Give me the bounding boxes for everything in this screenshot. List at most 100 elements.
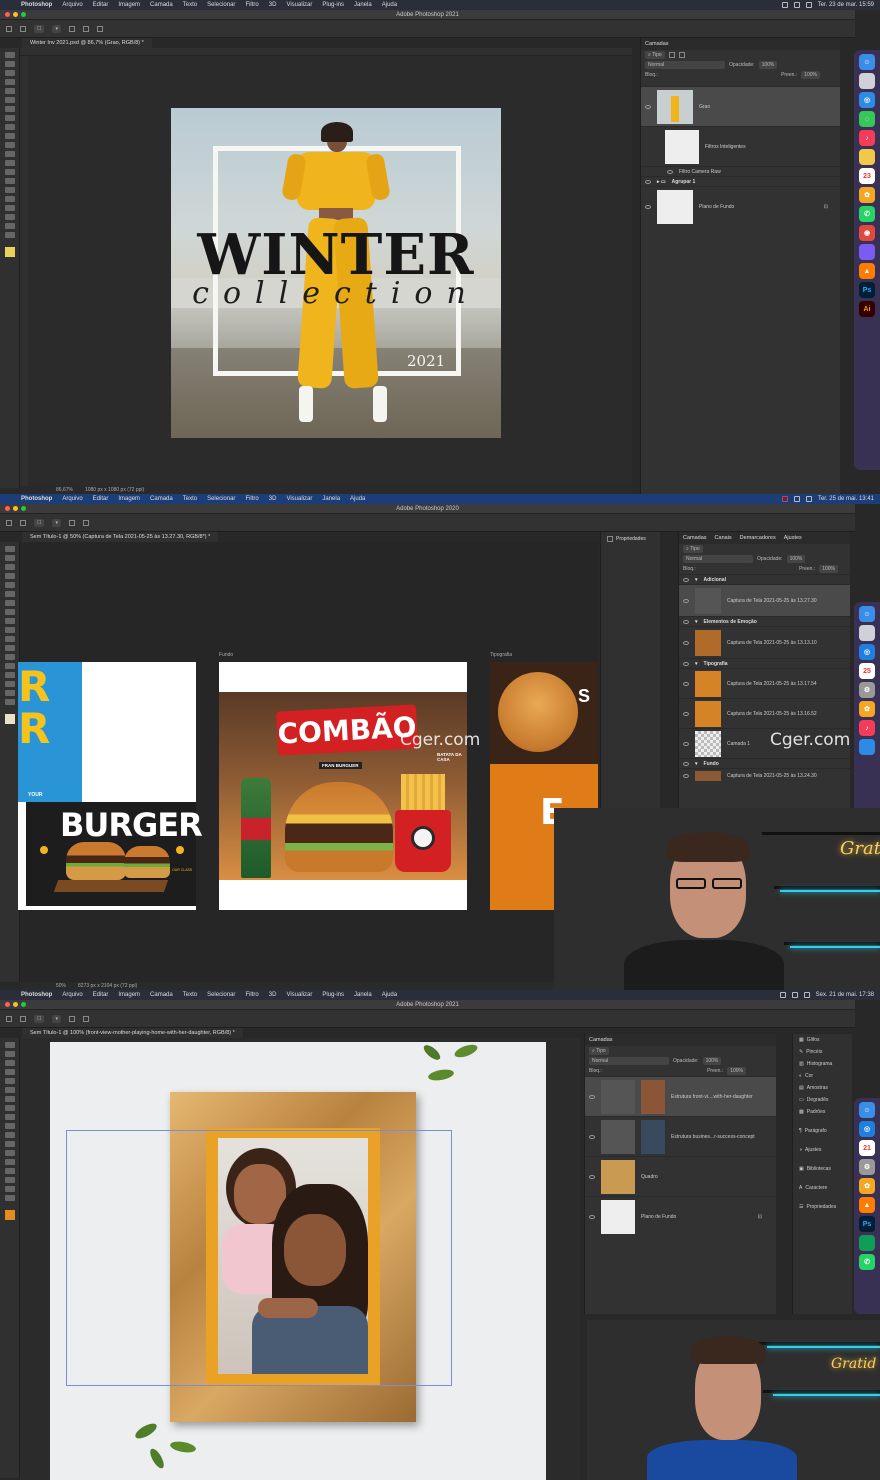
menu-selecionar[interactable]: Selecionar: [202, 992, 240, 998]
status-zoom[interactable]: 86,67%: [56, 487, 73, 493]
photoshop-icon[interactable]: Ps: [859, 282, 875, 298]
lasso-tool-icon[interactable]: [4, 1060, 15, 1066]
arrow-right-icon[interactable]: [176, 846, 184, 854]
menu-camada[interactable]: Camada: [145, 496, 178, 502]
foreground-color-swatch[interactable]: [4, 1210, 15, 1220]
blend-mode-select[interactable]: Normal: [645, 61, 725, 69]
gradient-icon[interactable]: [4, 160, 15, 166]
canvas-area[interactable]: [20, 1038, 580, 1480]
visibility-eye-icon[interactable]: [589, 1094, 595, 1099]
align-icon[interactable]: [69, 25, 75, 32]
healing-brush-icon[interactable]: [4, 609, 15, 615]
menu-3d[interactable]: 3D: [264, 496, 282, 502]
document-tab[interactable]: Sem Título-1 @ 50% (Captura de Tela 2021…: [22, 532, 219, 542]
menu-3d[interactable]: 3D: [264, 2, 282, 8]
layers-tab[interactable]: Camadas: [645, 41, 669, 47]
visibility-eye-icon[interactable]: [589, 1174, 595, 1179]
menu-ajuda[interactable]: Ajuda: [377, 2, 402, 8]
search-icon[interactable]: [803, 992, 810, 998]
menubar-clock[interactable]: Ter. 23 de mar. 15:59: [818, 2, 874, 8]
chevron-down-icon[interactable]: ▾: [695, 661, 698, 667]
whatsapp-icon[interactable]: ✆: [859, 1254, 875, 1270]
stamp-tool-icon[interactable]: [4, 1123, 15, 1129]
layer-row[interactable]: Filtro Camera Raw: [641, 166, 840, 176]
pen-tool-icon[interactable]: [4, 1159, 15, 1165]
fill-input[interactable]: 100%: [727, 1067, 746, 1075]
shape-tool-icon[interactable]: [4, 214, 15, 220]
zoom-icon[interactable]: [21, 1002, 26, 1007]
align-icon[interactable]: [69, 519, 75, 526]
minimize-icon[interactable]: [13, 506, 18, 511]
blend-mode-select[interactable]: Normal: [589, 1057, 669, 1065]
menu-selecionar[interactable]: Selecionar: [202, 496, 240, 502]
home-icon[interactable]: [6, 25, 12, 32]
notes-icon[interactable]: [859, 149, 875, 165]
canvas-area[interactable]: WINTER collection 2021: [28, 56, 632, 486]
menu-plugins[interactable]: Plug-ins: [317, 2, 349, 8]
menu-editar[interactable]: Editar: [88, 2, 114, 8]
visibility-eye-icon[interactable]: [683, 711, 689, 716]
auto-select-toggle[interactable]: ☐: [34, 1014, 45, 1023]
menu-selecionar[interactable]: Selecionar: [202, 2, 240, 8]
visibility-eye-icon[interactable]: [683, 741, 689, 746]
move-tool-icon[interactable]: [20, 519, 26, 526]
settings-icon[interactable]: ⚙: [859, 1159, 875, 1175]
eyedropper-icon[interactable]: [4, 600, 15, 606]
eyedropper-icon[interactable]: [4, 106, 15, 112]
menu-app[interactable]: Photoshop: [16, 992, 57, 998]
menu-visualizar[interactable]: Visualizar: [281, 992, 317, 998]
layer-row[interactable]: Plano de Fundo ⊡: [641, 186, 840, 226]
brush-tool-icon[interactable]: [4, 618, 15, 624]
document-tab[interactable]: Sem Título-1 @ 100% (front-view-mother-p…: [22, 1028, 243, 1038]
frame-tool-icon[interactable]: [4, 1087, 15, 1093]
distribute-icon[interactable]: [83, 519, 89, 526]
panel-ajustes[interactable]: ◑ Ajustes: [793, 1137, 852, 1156]
launchpad-icon[interactable]: [859, 625, 875, 641]
frame-tool-icon[interactable]: [4, 591, 15, 597]
artboard-left[interactable]: RR YOUR BURGER OUR CLASS: [18, 662, 203, 910]
healing-brush-icon[interactable]: [4, 1105, 15, 1111]
gradient-icon[interactable]: [4, 1141, 15, 1147]
status-icon[interactable]: [781, 2, 788, 8]
photoshop-icon[interactable]: Ps: [859, 1216, 875, 1232]
layers-tab[interactable]: Camadas: [589, 1037, 613, 1043]
visibility-eye-icon[interactable]: [589, 1214, 595, 1219]
visibility-eye-icon[interactable]: [645, 204, 651, 209]
artboard-center[interactable]: COMBÃO FRAN BURGUER BATATA DA CASA: [219, 662, 467, 910]
menu-ajuda[interactable]: Ajuda: [345, 496, 370, 502]
close-icon[interactable]: [5, 506, 10, 511]
layer-row[interactable]: Quadro: [585, 1156, 776, 1196]
type-tool-icon[interactable]: [4, 196, 15, 202]
shape-tool-icon[interactable]: [4, 1177, 15, 1183]
status-zoom[interactable]: 50%: [56, 983, 66, 989]
tab-demarcadores[interactable]: Demarcadores: [740, 535, 776, 541]
layer-row[interactable]: Estrutura front-vi....with-her-daughter: [585, 1076, 776, 1116]
healing-brush-icon[interactable]: [4, 115, 15, 121]
menu-visualizar[interactable]: Visualizar: [281, 2, 317, 8]
whatsapp-icon[interactable]: ✆: [859, 206, 875, 222]
frame-tool-icon[interactable]: [4, 97, 15, 103]
home-icon[interactable]: [6, 1015, 12, 1022]
wifi-icon[interactable]: [793, 2, 800, 8]
minimize-icon[interactable]: [13, 1002, 18, 1007]
blur-icon[interactable]: [4, 1150, 15, 1156]
wifi-icon[interactable]: [791, 992, 798, 998]
menu-imagem[interactable]: Imagem: [113, 2, 145, 8]
menu-janela[interactable]: Janela: [317, 496, 345, 502]
canvas-area[interactable]: RR YOUR BURGER OUR CLASS Fundo COMBÃO FR…: [18, 542, 598, 982]
safari-icon[interactable]: ◎: [859, 92, 875, 108]
panel-propriedades[interactable]: ☰ Propriedades: [793, 1194, 852, 1213]
properties-tab[interactable]: Propriedades: [601, 532, 660, 546]
marquee-tool-icon[interactable]: [4, 61, 15, 67]
path-select-icon[interactable]: [4, 205, 15, 211]
move-tool-icon[interactable]: [20, 25, 26, 32]
crop-tool-icon[interactable]: [4, 88, 15, 94]
finder-icon[interactable]: ☺: [859, 606, 875, 622]
menu-editar[interactable]: Editar: [88, 496, 114, 502]
menu-editar[interactable]: Editar: [88, 992, 114, 998]
move-tool-icon[interactable]: [4, 546, 15, 552]
pen-tool-icon[interactable]: [4, 663, 15, 669]
crop-tool-icon[interactable]: [4, 1078, 15, 1084]
menu-camada[interactable]: Camada: [145, 2, 178, 8]
layer-row[interactable]: Captura de Tela 2021-05-25 às 13.27.30: [679, 584, 850, 616]
